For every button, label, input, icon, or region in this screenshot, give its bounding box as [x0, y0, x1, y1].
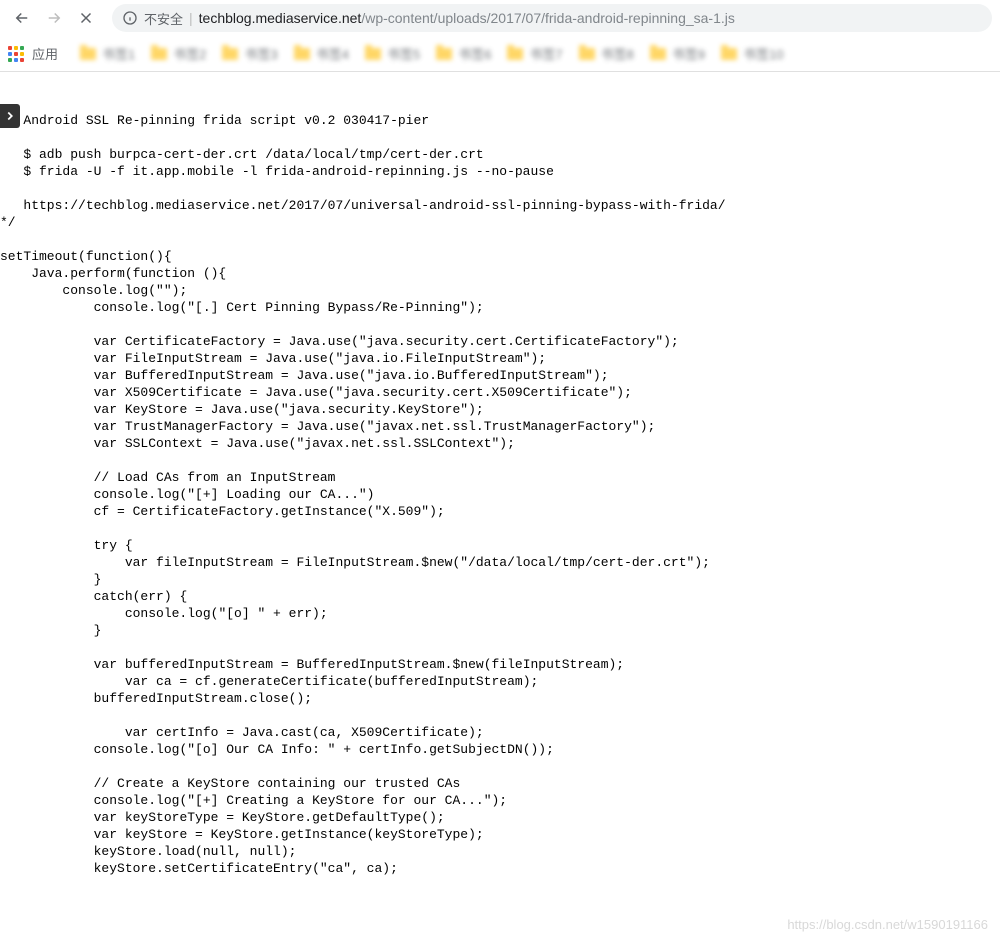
bookmark-item[interactable]: 书签8: [571, 40, 642, 67]
folder-icon: [507, 48, 523, 60]
info-icon: [122, 10, 138, 26]
separator: |: [189, 10, 193, 26]
apps-label[interactable]: 应用: [32, 44, 58, 63]
browser-toolbar: 不安全 | techblog.mediaservice.net/wp-conte…: [0, 0, 1000, 36]
bookmark-item[interactable]: 书签4: [286, 40, 357, 67]
folder-icon: [294, 48, 310, 60]
folder-icon: [151, 48, 167, 60]
back-button[interactable]: [8, 4, 36, 32]
forward-button[interactable]: [40, 4, 68, 32]
expand-panel-button[interactable]: [0, 104, 20, 128]
bookmark-item[interactable]: 书签3: [214, 40, 285, 67]
bookmark-item[interactable]: 书签1: [72, 40, 143, 67]
source-code: Android SSL Re-pinning frida script v0.2…: [0, 112, 1000, 877]
apps-icon[interactable]: [8, 46, 24, 62]
address-bar[interactable]: 不安全 | techblog.mediaservice.net/wp-conte…: [112, 4, 992, 32]
folder-icon: [365, 48, 381, 60]
folder-icon: [436, 48, 452, 60]
folder-icon: [721, 48, 737, 60]
folder-icon: [222, 48, 238, 60]
folder-icon: [80, 48, 96, 60]
bookmarks-bar: 应用 书签1书签2书签3书签4书签5书签6书签7书签8书签9书签10: [0, 36, 1000, 72]
folder-icon: [579, 48, 595, 60]
bookmark-item[interactable]: 书签7: [499, 40, 570, 67]
bookmark-item[interactable]: 书签5: [357, 40, 428, 67]
bookmark-item[interactable]: 书签6: [428, 40, 499, 67]
bookmark-item[interactable]: 书签2: [143, 40, 214, 67]
bookmark-item[interactable]: 书签10: [713, 40, 791, 67]
insecure-label: 不安全: [144, 9, 183, 28]
folder-icon: [650, 48, 666, 60]
url-text: techblog.mediaservice.net/wp-content/upl…: [199, 10, 735, 26]
watermark: https://blog.csdn.net/w1590191166: [787, 917, 988, 932]
bookmark-item[interactable]: 书签9: [642, 40, 713, 67]
stop-button[interactable]: [72, 4, 100, 32]
